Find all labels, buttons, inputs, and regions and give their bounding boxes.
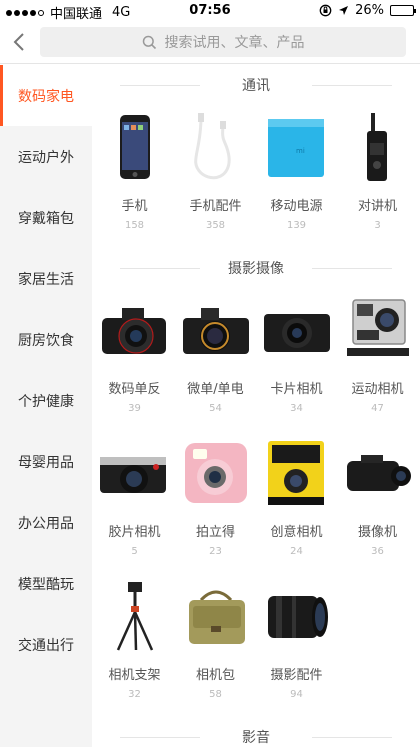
category-item-film-camera[interactable]: 胶片相机 5 [94, 431, 175, 574]
category-item-walkie-talkie[interactable]: 对讲机 3 [337, 105, 418, 248]
walkie-talkie-icon [343, 113, 413, 183]
action-camera-icon [343, 296, 413, 366]
header: 搜索试用、文章、产品 [0, 22, 420, 64]
sidebar-item-health[interactable]: 个护健康 [0, 370, 92, 431]
battery-percent: 26% [355, 3, 384, 18]
instax-icon [181, 439, 251, 509]
sidebar-item-home[interactable]: 家居生活 [0, 248, 92, 309]
category-count: 139 [286, 220, 307, 231]
battery-icon [390, 5, 416, 16]
category-content: 通讯 手机 158 手机配件 358 mi 移动电源 139 对讲机 3 摄影摄… [92, 65, 420, 747]
category-name: 拍立得 [195, 525, 235, 540]
category-name: 摄影配件 [270, 668, 323, 683]
category-name: 手机配件 [189, 199, 242, 214]
product-grid: 手机 158 手机配件 358 mi 移动电源 139 对讲机 3 [92, 105, 420, 248]
sidebar-item-office[interactable]: 办公用品 [0, 492, 92, 553]
svg-text:mi: mi [296, 147, 305, 155]
section-title: 通讯 [92, 65, 420, 105]
back-arrow-icon[interactable] [10, 30, 30, 54]
category-count: 3 [374, 220, 381, 231]
category-count: 24 [290, 546, 303, 557]
sidebar-item-label: 母婴用品 [18, 454, 74, 471]
category-count: 358 [205, 220, 226, 231]
category-item-compact[interactable]: 卡片相机 34 [256, 288, 337, 431]
category-name: 摄像机 [357, 525, 397, 540]
sidebar-item-transport[interactable]: 交通出行 [0, 614, 92, 675]
sidebar-item-label: 交通出行 [18, 637, 74, 654]
compact-camera-icon [262, 296, 332, 366]
sidebar-item-label: 数码家电 [18, 88, 74, 105]
category-item-instax[interactable]: 拍立得 23 [175, 431, 256, 574]
category-count: 5 [131, 546, 138, 557]
category-item-dslr[interactable]: 数码单反 39 [94, 288, 175, 431]
product-grid: 数码单反 39 微单/单电 54 卡片相机 34 运动相机 47 胶片相机 5 … [92, 288, 420, 717]
lens-icon [262, 582, 332, 652]
status-bar: 中国联通 4G 07:56 26% [0, 0, 420, 22]
sidebar-item-models[interactable]: 模型酷玩 [0, 553, 92, 614]
creative-camera-icon [262, 439, 332, 509]
sidebar-item-label: 家居生活 [18, 271, 74, 288]
search-icon [142, 35, 156, 49]
sidebar-item-label: 运动户外 [18, 149, 74, 166]
category-item-photo-accessories[interactable]: 摄影配件 94 [256, 574, 337, 717]
dslr-icon [100, 296, 170, 366]
category-item-creative-camera[interactable]: 创意相机 24 [256, 431, 337, 574]
sidebar-item-digital[interactable]: 数码家电 [0, 65, 92, 126]
category-name: 数码单反 [108, 382, 161, 397]
category-name: 手机 [121, 199, 148, 214]
tripod-icon [100, 582, 170, 652]
category-count: 32 [128, 689, 141, 700]
category-sidebar: 数码家电 运动户外 穿戴箱包 家居生活 厨房饮食 个护健康 母婴用品 办公用品 … [0, 65, 92, 747]
category-count: 54 [209, 403, 222, 414]
category-item-camera-bag[interactable]: 相机包 58 [175, 574, 256, 717]
location-arrow-icon [339, 6, 349, 15]
sidebar-item-label: 办公用品 [18, 515, 74, 532]
camcorder-icon [343, 439, 413, 509]
mirrorless-icon [181, 296, 251, 366]
category-name: 创意相机 [270, 525, 323, 540]
power-bank-icon: mi [262, 113, 332, 183]
category-item-action-cam[interactable]: 运动相机 47 [337, 288, 418, 431]
cable-icon [181, 113, 251, 183]
category-name: 运动相机 [351, 382, 404, 397]
section-title: 摄影摄像 [92, 248, 420, 288]
search-placeholder: 搜索试用、文章、产品 [164, 35, 305, 51]
category-item-power-bank[interactable]: mi 移动电源 139 [256, 105, 337, 248]
category-count: 47 [371, 403, 384, 414]
category-name: 移动电源 [270, 199, 323, 214]
smartphone-icon [100, 113, 170, 183]
category-item-mirrorless[interactable]: 微单/单电 54 [175, 288, 256, 431]
sidebar-item-label: 个护健康 [18, 393, 74, 410]
category-name: 卡片相机 [270, 382, 323, 397]
category-name: 对讲机 [357, 199, 397, 214]
category-name: 相机包 [195, 668, 235, 683]
category-item-phone[interactable]: 手机 158 [94, 105, 175, 248]
category-item-tripod[interactable]: 相机支架 32 [94, 574, 175, 717]
category-item-phone-accessories[interactable]: 手机配件 358 [175, 105, 256, 248]
sidebar-item-sports[interactable]: 运动户外 [0, 126, 92, 187]
sidebar-item-kitchen[interactable]: 厨房饮食 [0, 309, 92, 370]
sidebar-item-label: 厨房饮食 [18, 332, 74, 349]
category-count: 58 [209, 689, 222, 700]
category-count: 158 [124, 220, 145, 231]
sidebar-item-label: 模型酷玩 [18, 576, 74, 593]
orientation-lock-icon [319, 4, 332, 17]
film-camera-icon [99, 439, 170, 509]
category-name: 微单/单电 [187, 382, 244, 397]
sidebar-item-wearables[interactable]: 穿戴箱包 [0, 187, 92, 248]
camera-bag-icon [181, 582, 251, 652]
section-title: 影音 [92, 717, 420, 747]
category-name: 相机支架 [108, 668, 161, 683]
search-input[interactable]: 搜索试用、文章、产品 [40, 27, 406, 57]
sidebar-item-label: 穿戴箱包 [18, 210, 74, 227]
category-name: 胶片相机 [108, 525, 161, 540]
category-count: 36 [371, 546, 384, 557]
category-count: 39 [128, 403, 141, 414]
category-item-camcorder[interactable]: 摄像机 36 [337, 431, 418, 574]
status-right: 26% [319, 3, 416, 18]
category-count: 23 [209, 546, 222, 557]
sidebar-item-baby[interactable]: 母婴用品 [0, 431, 92, 492]
category-count: 94 [290, 689, 303, 700]
category-count: 34 [290, 403, 303, 414]
